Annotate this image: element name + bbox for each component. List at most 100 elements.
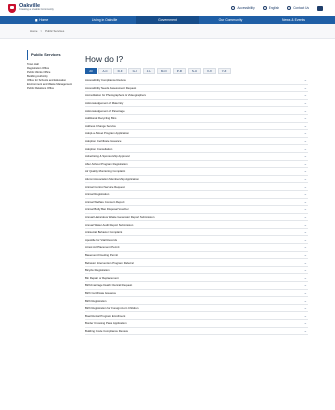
service-row[interactable]: Building Code Compliance Review → bbox=[85, 328, 308, 336]
tab-d-f[interactable]: D-F bbox=[113, 68, 127, 74]
tab-j-l[interactable]: J-L bbox=[142, 68, 156, 74]
service-label: Alumni Association Membership Applicatio… bbox=[85, 177, 139, 182]
service-row[interactable]: Bin Repair or Replacement → bbox=[85, 274, 308, 283]
service-row[interactable]: Annual Water Audit Report Submission → bbox=[85, 221, 308, 229]
sidebar-list: Town Hall Registration Office Public Works… bbox=[27, 63, 82, 91]
arrow-right-icon: → bbox=[303, 260, 308, 265]
arrow-right-icon: → bbox=[303, 154, 308, 159]
nav-our-community[interactable]: Our Community bbox=[199, 16, 262, 24]
service-row[interactable]: Basement Flooding Permit → bbox=[85, 252, 308, 260]
arrow-right-icon: → bbox=[303, 101, 308, 106]
arrow-right-icon: → bbox=[303, 321, 308, 326]
service-row[interactable]: Address Change Service → bbox=[85, 123, 308, 131]
language-link[interactable]: English bbox=[262, 6, 279, 10]
arrow-right-icon: → bbox=[303, 123, 308, 128]
phone-icon bbox=[287, 6, 292, 10]
tab-p-r[interactable]: P-R bbox=[172, 68, 187, 74]
service-row[interactable]: Birth Registration → bbox=[85, 297, 308, 305]
service-label: Advertising & Sponsorship Approval bbox=[85, 154, 130, 159]
main-content: How do I? All A-C D-F G-I J-L M-O P-R S-U V-X Y-Z… bbox=[85, 39, 308, 336]
service-row[interactable]: Accessibility Needs Assessment Request → bbox=[85, 85, 308, 93]
service-row[interactable]: Acknowledgement of Parentage → bbox=[85, 107, 308, 115]
service-row[interactable]: Accessibility Compliance Review → bbox=[85, 77, 308, 85]
service-row[interactable]: Arrest Ad Placement Permit → bbox=[85, 244, 308, 252]
service-row[interactable]: Antisocial Behavior Complaint → bbox=[85, 229, 308, 237]
service-row[interactable]: Additional Recycling Bins → bbox=[85, 115, 308, 123]
utility-links: Accessibility English Contact Us bbox=[231, 5, 323, 11]
nav-living-in-oakville[interactable]: Living in Oakville bbox=[73, 16, 136, 24]
arrow-right-icon: → bbox=[303, 161, 308, 166]
search-button[interactable] bbox=[317, 5, 323, 11]
sidebar-item[interactable]: Public Relations Office bbox=[27, 87, 82, 91]
service-row[interactable]: After-School Program Registration → bbox=[85, 161, 308, 169]
service-row[interactable]: Birth/marriage Death Clerical Request → bbox=[85, 282, 308, 290]
service-label: Accreditation for Photographers & Videog… bbox=[85, 93, 146, 98]
service-row[interactable]: Animal Control Service Request → bbox=[85, 183, 308, 191]
service-row[interactable]: Acknowledgement of Maternity → bbox=[85, 100, 308, 108]
contact-label: Contact Us bbox=[293, 6, 309, 10]
service-row[interactable]: Animal Registration → bbox=[85, 191, 308, 199]
service-row[interactable]: Annual Hazardous Waste Generator Report … bbox=[85, 214, 308, 222]
arrow-right-icon: → bbox=[303, 116, 308, 121]
service-row[interactable]: Boat Rental Program Enrollment → bbox=[85, 312, 308, 320]
service-row[interactable]: Adoption Certificate Issuance → bbox=[85, 138, 308, 146]
service-label: Animal Welfare Concern Report bbox=[85, 199, 125, 204]
tab-v-x[interactable]: V-X bbox=[202, 68, 217, 74]
tab-y-z[interactable]: Y-Z bbox=[217, 68, 231, 74]
service-label: Birth/marriage Death Clerical Request bbox=[85, 283, 133, 288]
service-label: Acknowledgement of Maternity bbox=[85, 101, 124, 106]
service-row[interactable]: Apostille for Vital Records → bbox=[85, 236, 308, 245]
service-label: Additional Recycling Bins bbox=[85, 116, 117, 121]
nav-news-events[interactable]: News & Events bbox=[262, 16, 325, 24]
shield-logo-icon bbox=[8, 3, 16, 13]
service-label: Adoption Certificate Issuance bbox=[85, 139, 122, 144]
nav-government[interactable]: Government bbox=[136, 16, 199, 24]
service-row[interactable]: Border Crossing Pass Application → bbox=[85, 320, 308, 328]
arrow-right-icon: → bbox=[303, 268, 308, 273]
arrow-right-icon: → bbox=[303, 177, 308, 182]
nav-home[interactable]: Home bbox=[10, 16, 73, 24]
service-row[interactable]: Accreditation for Photographers & Videog… bbox=[85, 92, 308, 100]
service-row[interactable]: Adoption Consultation → bbox=[85, 145, 308, 153]
arrow-right-icon: → bbox=[303, 306, 308, 311]
tab-g-i[interactable]: G-I bbox=[128, 68, 141, 74]
service-label: Basement Flooding Permit bbox=[85, 252, 118, 257]
arrow-right-icon: → bbox=[303, 222, 308, 227]
arrow-right-icon: → bbox=[303, 298, 308, 303]
breadcrumb: Home > Public Services bbox=[0, 24, 335, 39]
service-label: Annual Hazardous Waste Generator Report … bbox=[85, 214, 155, 219]
site-logo[interactable]: Oakville Creating a Livable Community bbox=[8, 3, 54, 13]
service-row[interactable]: Animal Bully Ban Disposal Voucher → bbox=[85, 206, 308, 214]
service-row[interactable]: Adopt-a-Street Program Application → bbox=[85, 130, 308, 138]
nav-label: Living in Oakville bbox=[91, 18, 118, 22]
arrow-right-icon: → bbox=[303, 245, 308, 250]
tab-s-u[interactable]: S-U bbox=[187, 68, 202, 74]
arrow-right-icon: → bbox=[303, 230, 308, 235]
service-row[interactable]: Bicycle Registration → bbox=[85, 267, 308, 275]
nav-label: Our Community bbox=[218, 18, 243, 22]
arrow-right-icon: → bbox=[303, 169, 308, 174]
alphabet-tabs: All A-C D-F G-I J-L M-O P-R S-U V-X Y-Z bbox=[85, 68, 308, 74]
arrow-right-icon: → bbox=[303, 78, 308, 83]
nav-label: News & Events bbox=[282, 18, 305, 22]
service-label: Acknowledgement of Parentage bbox=[85, 108, 125, 113]
service-row[interactable]: Behavior Intervention Program Referral → bbox=[85, 259, 308, 267]
service-row[interactable]: Air Quality Monitoring Complaint → bbox=[85, 168, 308, 176]
arrow-right-icon: → bbox=[303, 290, 308, 295]
arrow-right-icon: → bbox=[303, 146, 308, 151]
contact-link[interactable]: Contact Us bbox=[287, 6, 309, 10]
service-row[interactable]: Advertising & Sponsorship Approval → bbox=[85, 153, 308, 161]
service-row[interactable]: Alumni Association Membership Applicatio… bbox=[85, 176, 308, 184]
service-label: Address Change Service bbox=[85, 123, 116, 128]
service-row[interactable]: Animal Welfare Concern Report → bbox=[85, 199, 308, 207]
arrow-right-icon: → bbox=[303, 93, 308, 98]
service-row[interactable]: Birth Certificate Issuance → bbox=[85, 290, 308, 298]
service-label: Birth Certificate Issuance bbox=[85, 290, 117, 295]
breadcrumb-home[interactable]: Home bbox=[30, 29, 37, 33]
tab-m-o[interactable]: M-O bbox=[156, 68, 171, 74]
service-row[interactable]: Birth Registration for Foreign-born Chil… bbox=[85, 305, 308, 313]
accessibility-link[interactable]: Accessibility bbox=[231, 6, 255, 10]
arrow-right-icon: → bbox=[303, 199, 308, 204]
tab-a-c[interactable]: A-C bbox=[98, 68, 112, 74]
tab-all[interactable]: All bbox=[85, 68, 97, 74]
